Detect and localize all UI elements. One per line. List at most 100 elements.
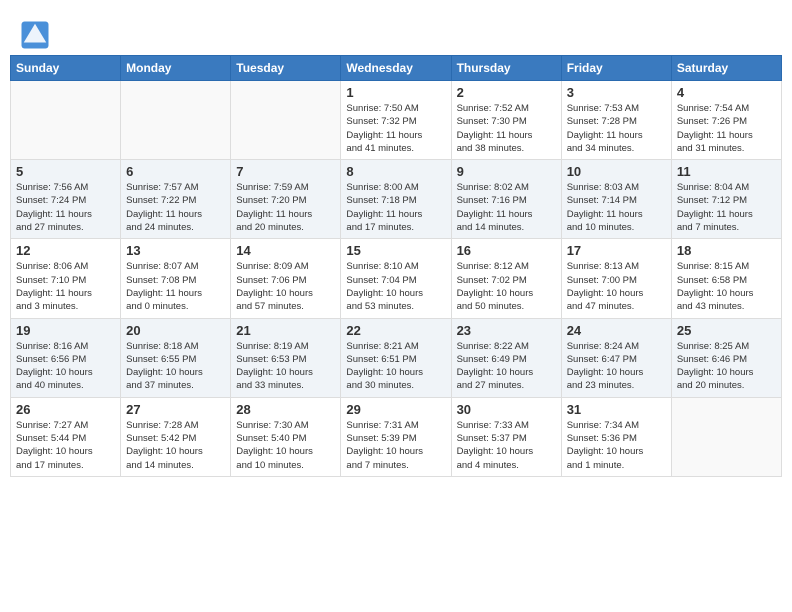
calendar-cell: 20 Sunrise: 8:18 AM Sunset: 6:55 PM Dayli… <box>121 318 231 397</box>
calendar-cell: 7 Sunrise: 7:59 AM Sunset: 7:20 PM Daylig… <box>231 160 341 239</box>
day-number: 24 <box>567 323 666 338</box>
calendar-cell <box>121 81 231 160</box>
calendar-cell <box>11 81 121 160</box>
calendar-cell: 9 Sunrise: 8:02 AM Sunset: 7:16 PM Daylig… <box>451 160 561 239</box>
calendar-cell: 21Sunrise: 8:19 AM Sunset: 6:53 PM Dayli… <box>231 318 341 397</box>
day-info: Sunrise: 7:33 AM Sunset: 5:37 PM Dayligh… <box>457 419 556 472</box>
day-number: 12 <box>16 243 115 258</box>
day-header-monday: Monday <box>121 56 231 81</box>
calendar-cell: 14 Sunrise: 8:09 AM Sunset: 7:06 PM Dayli… <box>231 239 341 318</box>
calendar-week-row: 26 Sunrise: 7:27 AM Sunset: 5:44 PM Dayli… <box>11 397 782 476</box>
day-number: 30 <box>457 402 556 417</box>
day-info: Sunrise: 8:10 AM Sunset: 7:04 PM Dayligh… <box>346 260 445 313</box>
days-header-row: SundayMondayTuesdayWednesdayThursdayFrid… <box>11 56 782 81</box>
calendar-week-row: 1 Sunrise: 7:50 AM Sunset: 7:32 PM Daylig… <box>11 81 782 160</box>
day-number: 10 <box>567 164 666 179</box>
day-info: Sunrise: 7:31 AM Sunset: 5:39 PM Dayligh… <box>346 419 445 472</box>
day-number: 9 <box>457 164 556 179</box>
calendar-cell: 15 Sunrise: 8:10 AM Sunset: 7:04 PM Dayli… <box>341 239 451 318</box>
day-number: 26 <box>16 402 115 417</box>
day-number: 15 <box>346 243 445 258</box>
day-info: Sunrise: 7:59 AM Sunset: 7:20 PM Dayligh… <box>236 181 335 234</box>
day-header-wednesday: Wednesday <box>341 56 451 81</box>
day-number: 7 <box>236 164 335 179</box>
day-number: 19 <box>16 323 115 338</box>
calendar-cell <box>231 81 341 160</box>
calendar-cell: 16 Sunrise: 8:12 AM Sunset: 7:02 PM Dayli… <box>451 239 561 318</box>
day-number: 3 <box>567 85 666 100</box>
calendar-cell: 27Sunrise: 7:28 AM Sunset: 5:42 PM Dayli… <box>121 397 231 476</box>
day-info: Sunrise: 7:28 AM Sunset: 5:42 PM Dayligh… <box>126 419 225 472</box>
logo-icon <box>20 20 50 50</box>
day-number: 20 <box>126 323 225 338</box>
logo <box>20 20 52 50</box>
calendar-cell: 28 Sunrise: 7:30 AM Sunset: 5:40 PM Dayli… <box>231 397 341 476</box>
calendar-cell: 11Sunrise: 8:04 AM Sunset: 7:12 PM Dayli… <box>671 160 781 239</box>
calendar-cell: 18 Sunrise: 8:15 AM Sunset: 6:58 PM Dayli… <box>671 239 781 318</box>
day-info: Sunrise: 7:52 AM Sunset: 7:30 PM Dayligh… <box>457 102 556 155</box>
calendar-cell: 17 Sunrise: 8:13 AM Sunset: 7:00 PM Dayli… <box>561 239 671 318</box>
day-number: 5 <box>16 164 115 179</box>
day-info: Sunrise: 8:09 AM Sunset: 7:06 PM Dayligh… <box>236 260 335 313</box>
day-info: Sunrise: 7:30 AM Sunset: 5:40 PM Dayligh… <box>236 419 335 472</box>
calendar-cell: 10 Sunrise: 8:03 AM Sunset: 7:14 PM Dayli… <box>561 160 671 239</box>
day-header-tuesday: Tuesday <box>231 56 341 81</box>
day-info: Sunrise: 8:15 AM Sunset: 6:58 PM Dayligh… <box>677 260 776 313</box>
day-info: Sunrise: 7:56 AM Sunset: 7:24 PM Dayligh… <box>16 181 115 234</box>
day-info: Sunrise: 8:07 AM Sunset: 7:08 PM Dayligh… <box>126 260 225 313</box>
day-number: 4 <box>677 85 776 100</box>
day-number: 6 <box>126 164 225 179</box>
calendar-week-row: 5 Sunrise: 7:56 AM Sunset: 7:24 PM Daylig… <box>11 160 782 239</box>
day-info: Sunrise: 8:00 AM Sunset: 7:18 PM Dayligh… <box>346 181 445 234</box>
day-info: Sunrise: 8:19 AM Sunset: 6:53 PM Dayligh… <box>236 340 335 393</box>
day-number: 1 <box>346 85 445 100</box>
day-info: Sunrise: 8:24 AM Sunset: 6:47 PM Dayligh… <box>567 340 666 393</box>
day-info: Sunrise: 7:34 AM Sunset: 5:36 PM Dayligh… <box>567 419 666 472</box>
day-number: 18 <box>677 243 776 258</box>
calendar-cell: 25 Sunrise: 8:25 AM Sunset: 6:46 PM Dayli… <box>671 318 781 397</box>
calendar-cell: 19Sunrise: 8:16 AM Sunset: 6:56 PM Dayli… <box>11 318 121 397</box>
day-number: 22 <box>346 323 445 338</box>
day-info: Sunrise: 8:25 AM Sunset: 6:46 PM Dayligh… <box>677 340 776 393</box>
calendar-cell: 22 Sunrise: 8:21 AM Sunset: 6:51 PM Dayli… <box>341 318 451 397</box>
day-header-friday: Friday <box>561 56 671 81</box>
day-number: 28 <box>236 402 335 417</box>
calendar: SundayMondayTuesdayWednesdayThursdayFrid… <box>10 55 782 477</box>
day-info: Sunrise: 8:02 AM Sunset: 7:16 PM Dayligh… <box>457 181 556 234</box>
day-number: 31 <box>567 402 666 417</box>
calendar-cell <box>671 397 781 476</box>
day-info: Sunrise: 8:13 AM Sunset: 7:00 PM Dayligh… <box>567 260 666 313</box>
day-info: Sunrise: 8:03 AM Sunset: 7:14 PM Dayligh… <box>567 181 666 234</box>
day-info: Sunrise: 7:50 AM Sunset: 7:32 PM Dayligh… <box>346 102 445 155</box>
day-info: Sunrise: 7:57 AM Sunset: 7:22 PM Dayligh… <box>126 181 225 234</box>
day-info: Sunrise: 8:12 AM Sunset: 7:02 PM Dayligh… <box>457 260 556 313</box>
day-info: Sunrise: 8:06 AM Sunset: 7:10 PM Dayligh… <box>16 260 115 313</box>
calendar-cell: 24 Sunrise: 8:24 AM Sunset: 6:47 PM Dayli… <box>561 318 671 397</box>
calendar-cell: 13 Sunrise: 8:07 AM Sunset: 7:08 PM Dayli… <box>121 239 231 318</box>
day-header-sunday: Sunday <box>11 56 121 81</box>
calendar-cell: 1 Sunrise: 7:50 AM Sunset: 7:32 PM Daylig… <box>341 81 451 160</box>
day-number: 17 <box>567 243 666 258</box>
day-number: 29 <box>346 402 445 417</box>
calendar-cell: 31 Sunrise: 7:34 AM Sunset: 5:36 PM Dayli… <box>561 397 671 476</box>
day-number: 13 <box>126 243 225 258</box>
calendar-cell: 8Sunrise: 8:00 AM Sunset: 7:18 PM Daylig… <box>341 160 451 239</box>
day-header-saturday: Saturday <box>671 56 781 81</box>
calendar-cell: 3 Sunrise: 7:53 AM Sunset: 7:28 PM Daylig… <box>561 81 671 160</box>
day-header-thursday: Thursday <box>451 56 561 81</box>
day-info: Sunrise: 8:18 AM Sunset: 6:55 PM Dayligh… <box>126 340 225 393</box>
day-number: 25 <box>677 323 776 338</box>
day-info: Sunrise: 8:04 AM Sunset: 7:12 PM Dayligh… <box>677 181 776 234</box>
day-number: 2 <box>457 85 556 100</box>
calendar-cell: 26 Sunrise: 7:27 AM Sunset: 5:44 PM Dayli… <box>11 397 121 476</box>
calendar-cell: 29 Sunrise: 7:31 AM Sunset: 5:39 PM Dayli… <box>341 397 451 476</box>
calendar-cell: 2 Sunrise: 7:52 AM Sunset: 7:30 PM Daylig… <box>451 81 561 160</box>
day-info: Sunrise: 8:21 AM Sunset: 6:51 PM Dayligh… <box>346 340 445 393</box>
day-number: 23 <box>457 323 556 338</box>
day-info: Sunrise: 7:27 AM Sunset: 5:44 PM Dayligh… <box>16 419 115 472</box>
calendar-cell: 5 Sunrise: 7:56 AM Sunset: 7:24 PM Daylig… <box>11 160 121 239</box>
day-info: Sunrise: 7:53 AM Sunset: 7:28 PM Dayligh… <box>567 102 666 155</box>
day-info: Sunrise: 8:22 AM Sunset: 6:49 PM Dayligh… <box>457 340 556 393</box>
day-number: 16 <box>457 243 556 258</box>
day-number: 14 <box>236 243 335 258</box>
